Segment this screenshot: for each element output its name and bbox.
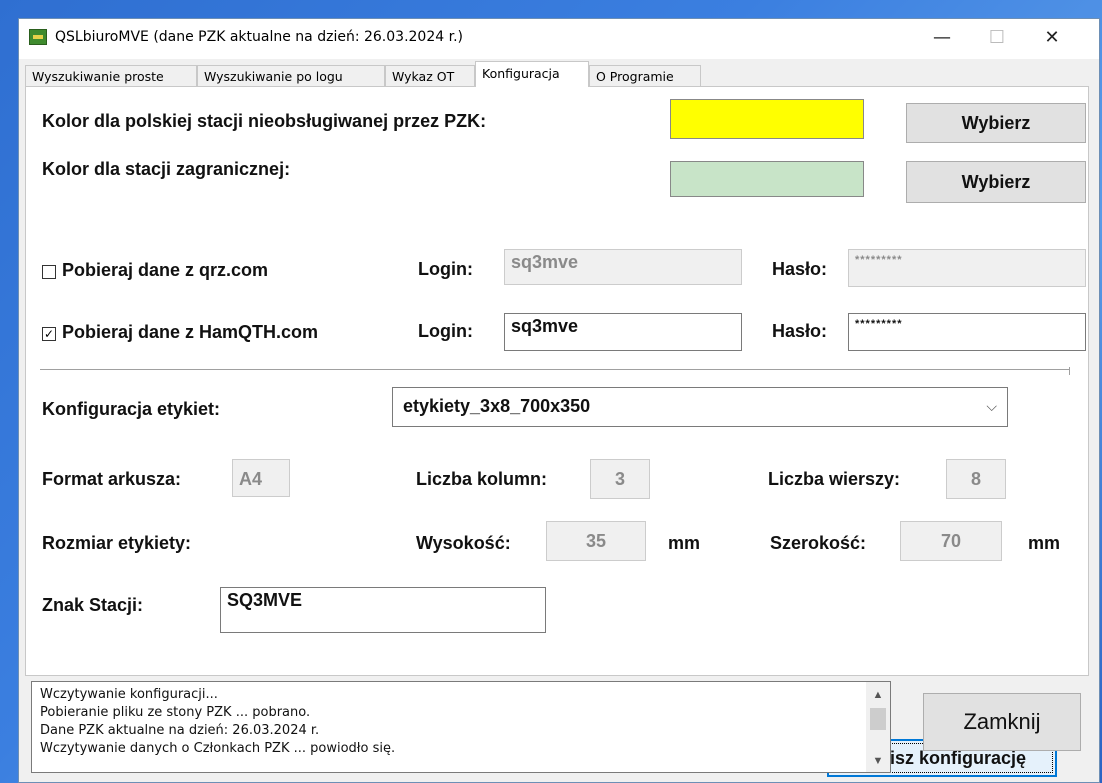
station-call-label: Znak Stacji: bbox=[42, 595, 144, 615]
log-line: Pobieranie pliku ze stony PZK ... pobran… bbox=[40, 705, 311, 720]
tab-wyszukiwanie-po-logu[interactable]: Wyszukiwanie po logu bbox=[197, 65, 385, 86]
choose-polish-color-button[interactable]: Wybierz bbox=[906, 103, 1086, 143]
chevron-down-icon: ⌵ bbox=[986, 398, 997, 414]
rows-label: Liczba wierszy: bbox=[768, 469, 901, 489]
qrz-password-input[interactable]: ********* bbox=[848, 249, 1086, 287]
scroll-up-icon[interactable]: ▲ bbox=[866, 686, 890, 704]
columns-field[interactable]: 3 bbox=[590, 459, 650, 499]
title-bar: QSLbiuroMVE (dane PZK aktualne na dzień:… bbox=[19, 19, 1099, 59]
label-size-label: Rozmiar etykiety: bbox=[42, 533, 192, 553]
tab-o-programie[interactable]: O Programie bbox=[589, 65, 701, 86]
tab-wyszukiwanie-proste[interactable]: Wyszukiwanie proste bbox=[25, 65, 197, 86]
labels-config-select[interactable]: etykiety_3x8_700x350 ⌵ bbox=[392, 387, 1008, 427]
maximize-button[interactable]: ☐ bbox=[974, 19, 1020, 57]
qrz-checkbox-label: Pobieraj dane z qrz.com bbox=[62, 260, 269, 280]
width-unit: mm bbox=[1028, 533, 1061, 553]
qrz-login-input[interactable]: sq3mve bbox=[504, 249, 742, 285]
window-title: QSLbiuroMVE (dane PZK aktualne na dzień:… bbox=[55, 29, 463, 45]
foreign-color-swatch bbox=[670, 161, 864, 197]
labels-config-label: Konfiguracja etykiet: bbox=[42, 399, 221, 419]
hamqth-checkbox[interactable]: ✓ bbox=[42, 327, 56, 341]
columns-label: Liczba kolumn: bbox=[416, 469, 548, 489]
scrollbar-thumb[interactable] bbox=[870, 708, 886, 730]
width-field[interactable]: 70 bbox=[900, 521, 1002, 561]
scroll-down-icon[interactable]: ▼ bbox=[866, 752, 890, 770]
qrz-login-label: Login: bbox=[418, 259, 473, 279]
station-call-input[interactable]: SQ3MVE bbox=[220, 587, 546, 633]
log-line: Dane PZK aktualne na dzień: 26.03.2024 r… bbox=[40, 723, 320, 738]
sheet-format-field[interactable]: A4 bbox=[232, 459, 290, 497]
hamqth-login-label: Login: bbox=[418, 321, 473, 341]
qrz-checkbox[interactable] bbox=[42, 265, 56, 279]
app-window: QSLbiuroMVE (dane PZK aktualne na dzień:… bbox=[18, 18, 1100, 783]
hamqth-checkbox-label: Pobieraj dane z HamQTH.com bbox=[62, 322, 319, 342]
height-unit: mm bbox=[668, 533, 701, 553]
tab-konfiguracja[interactable]: Konfiguracja bbox=[475, 61, 589, 87]
separator bbox=[40, 369, 1070, 370]
close-window-button[interactable]: ✕ bbox=[1029, 19, 1075, 57]
sheet-format-label: Format arkusza: bbox=[42, 469, 182, 489]
hamqth-login-input[interactable]: sq3mve bbox=[504, 313, 742, 351]
minimize-button[interactable]: — bbox=[919, 19, 965, 57]
close-button[interactable]: Zamknij bbox=[923, 693, 1081, 751]
polish-color-label: Kolor dla polskiej stacji nieobsługiwane… bbox=[42, 111, 487, 131]
hamqth-password-label: Hasło: bbox=[772, 321, 828, 341]
rows-field[interactable]: 8 bbox=[946, 459, 1006, 499]
hamqth-password-input[interactable]: ********* bbox=[848, 313, 1086, 351]
tab-wykaz-ot[interactable]: Wykaz OT bbox=[385, 65, 475, 86]
height-label: Wysokość: bbox=[416, 533, 511, 553]
log-scrollbar[interactable]: ▲ ▼ bbox=[866, 682, 890, 772]
width-label: Szerokość: bbox=[770, 533, 867, 553]
config-panel: Kolor dla polskiej stacji nieobsługiwane… bbox=[25, 86, 1089, 676]
log-lines: Wczytywanie konfiguracji... Pobieranie p… bbox=[32, 686, 395, 758]
labels-config-selected: etykiety_3x8_700x350 bbox=[403, 396, 591, 416]
app-icon bbox=[29, 29, 47, 45]
choose-foreign-color-button[interactable]: Wybierz bbox=[906, 161, 1086, 203]
log-textbox[interactable]: Wczytywanie konfiguracji... Pobieranie p… bbox=[31, 681, 891, 773]
log-line: Wczytywanie danych o Członkach PZK ... p… bbox=[40, 741, 396, 756]
height-field[interactable]: 35 bbox=[546, 521, 646, 561]
separator-end bbox=[1069, 367, 1070, 375]
qrz-password-label: Hasło: bbox=[772, 259, 828, 279]
polish-color-swatch bbox=[670, 99, 864, 139]
log-line: Wczytywanie konfiguracji... bbox=[40, 687, 218, 702]
foreign-color-label: Kolor dla stacji zagranicznej: bbox=[42, 159, 291, 179]
